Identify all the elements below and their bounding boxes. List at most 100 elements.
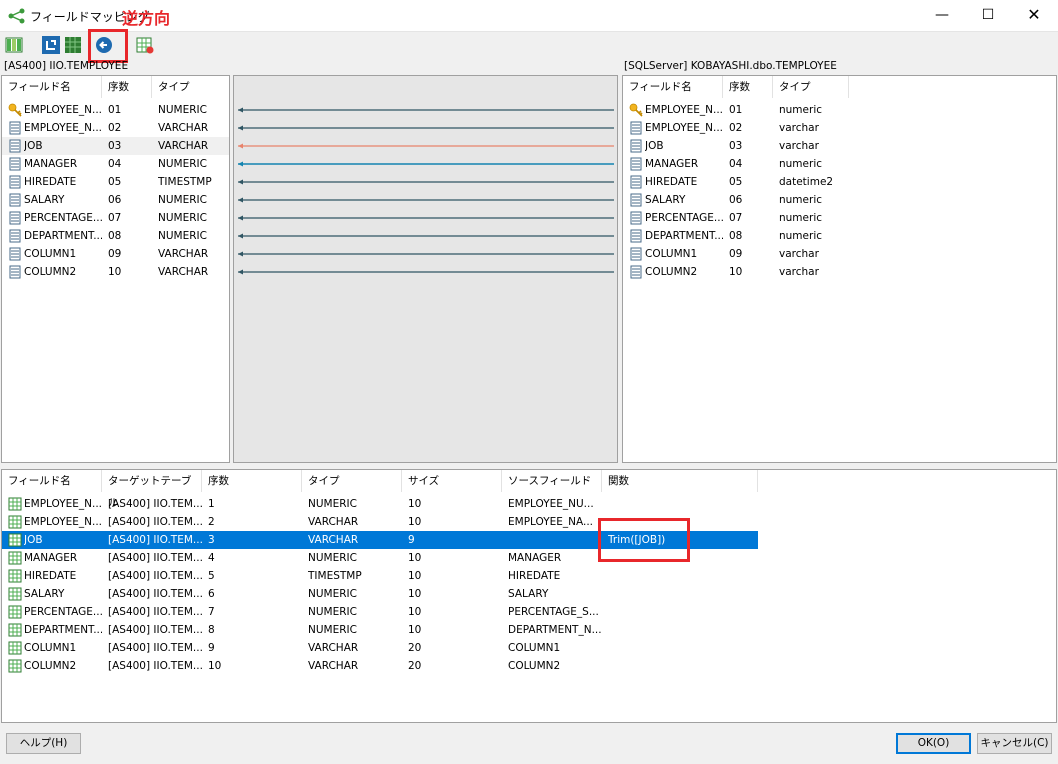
column-header-function[interactable]: 関数 (602, 470, 758, 492)
field-icon (630, 211, 642, 225)
field-icon (9, 265, 21, 279)
ordinal: 9 (208, 642, 215, 654)
field-row[interactable]: HIREDATE 05 datetime2 (623, 173, 1056, 191)
field-settings-icon[interactable] (135, 35, 155, 55)
field-type: VARCHAR (158, 140, 209, 152)
field-row[interactable]: COLUMN1 09 VARCHAR (2, 245, 229, 263)
type: NUMERIC (308, 588, 357, 600)
field-icon (630, 157, 642, 171)
cancel-button[interactable]: キャンセル(C) (977, 733, 1052, 754)
field-row[interactable]: SALARY 06 numeric (623, 191, 1056, 209)
field-type: numeric (779, 104, 823, 116)
field-ordinal: 07 (729, 212, 743, 224)
mapping-detail-table[interactable]: フィールド名 ターゲットテーブル 序数 タイプ サイズ ソースフィールド 関数 … (1, 469, 1057, 723)
ordinal: 5 (208, 570, 215, 582)
type: VARCHAR (308, 516, 359, 528)
mapping-row[interactable]: DEPARTMENT... [AS400] IIO.TEM... 8 NUMERIC 1… (2, 621, 758, 639)
type: TIMESTMP (308, 570, 362, 582)
field-row[interactable]: MANAGER 04 NUMERIC (2, 155, 229, 173)
column-header-ordinal[interactable]: 序数 (723, 76, 773, 98)
column-header-field-name[interactable]: フィールド名 (623, 76, 723, 98)
column-header-size[interactable]: サイズ (402, 470, 502, 492)
source-field: HIREDATE (508, 570, 561, 582)
columns-view-icon[interactable] (4, 35, 24, 55)
field-type: VARCHAR (158, 122, 209, 134)
field-row[interactable]: HIREDATE 05 TIMESTMP (2, 173, 229, 191)
mapping-mode-icon[interactable] (41, 35, 61, 55)
field-row[interactable]: DEPARTMENT... 08 numeric (623, 227, 1056, 245)
field-name: SALARY (24, 588, 65, 600)
grid-view-icon[interactable] (63, 35, 83, 55)
column-header-target-table[interactable]: ターゲットテーブル (102, 470, 202, 509)
target-table: [AS400] IIO.TEM... (108, 498, 202, 510)
target-field-list[interactable]: フィールド名 序数 タイプ EMPLOYEE_N... 01 numeric EMPL… (622, 75, 1057, 463)
mapping-row[interactable]: HIREDATE [AS400] IIO.TEM... 5 TIMESTMP 10 HIR… (2, 567, 758, 585)
field-type: TIMESTMP (158, 176, 212, 188)
type: VARCHAR (308, 642, 359, 654)
field-type: numeric (779, 194, 823, 206)
field-row[interactable]: PERCENTAGE... 07 NUMERIC (2, 209, 229, 227)
field-row[interactable]: EMPLOYEE_N... 02 VARCHAR (2, 119, 229, 137)
column-header-source-field[interactable]: ソースフィールド (502, 470, 602, 492)
ordinal: 3 (208, 534, 215, 546)
mapping-row[interactable]: COLUMN2 [AS400] IIO.TEM... 10 VARCHAR 20 COLU… (2, 657, 758, 675)
mapping-row[interactable]: PERCENTAGE... [AS400] IIO.TEM... 7 NUMERIC 1… (2, 603, 758, 621)
source-field: EMPLOYEE_NU... (508, 498, 594, 510)
column-header-field-name[interactable]: フィールド名 (2, 470, 102, 492)
source-field-list[interactable]: フィールド名 序数 タイプ EMPLOYEE_N... 01 NUMERIC EMPL… (1, 75, 230, 463)
mapped-field-icon (8, 659, 22, 673)
field-row[interactable]: EMPLOYEE_N... 01 NUMERIC (2, 101, 229, 119)
field-row[interactable]: COLUMN1 09 varchar (623, 245, 1056, 263)
field-type: numeric (779, 230, 823, 242)
target-table: [AS400] IIO.TEM... (108, 534, 202, 546)
maximize-button[interactable]: ☐ (965, 0, 1011, 30)
column-header-type[interactable]: タイプ (152, 76, 229, 98)
size: 10 (408, 606, 422, 618)
mapping-row[interactable]: COLUMN1 [AS400] IIO.TEM... 9 VARCHAR 20 COLUM… (2, 639, 758, 657)
field-ordinal: 10 (729, 266, 743, 278)
field-type: varchar (779, 266, 819, 278)
help-button[interactable]: ヘルプ(H) (6, 733, 81, 754)
column-header-field-name[interactable]: フィールド名 (2, 76, 102, 98)
column-header-type[interactable]: タイプ (773, 76, 849, 98)
ordinal: 8 (208, 624, 215, 636)
field-row[interactable]: EMPLOYEE_N... 02 varchar (623, 119, 1056, 137)
field-row[interactable]: EMPLOYEE_N... 01 numeric (623, 101, 1056, 119)
mapping-row[interactable]: SALARY [AS400] IIO.TEM... 6 NUMERIC 10 SALARY (2, 585, 758, 603)
ok-button[interactable]: OK(O) (896, 733, 971, 754)
field-row[interactable]: DEPARTMENT... 08 NUMERIC (2, 227, 229, 245)
field-name: EMPLOYEE_N... (24, 104, 102, 116)
column-header-ordinal[interactable]: 序数 (202, 470, 302, 492)
field-row[interactable]: JOB 03 varchar (623, 137, 1056, 155)
field-ordinal: 01 (108, 104, 122, 116)
column-header-type[interactable]: タイプ (302, 470, 402, 492)
field-row[interactable]: MANAGER 04 numeric (623, 155, 1056, 173)
field-name: COLUMN2 (645, 266, 698, 278)
type: VARCHAR (308, 534, 359, 546)
type: NUMERIC (308, 606, 357, 618)
source-field: PERCENTAGE_S... (508, 606, 599, 618)
field-type: NUMERIC (158, 104, 207, 116)
field-name: DEPARTMENT... (645, 230, 723, 242)
target-table: [AS400] IIO.TEM... (108, 606, 202, 618)
close-button[interactable]: ✕ (1011, 0, 1057, 30)
mapping-arrowhead (238, 161, 243, 167)
field-row[interactable]: PERCENTAGE... 07 numeric (623, 209, 1056, 227)
field-type: varchar (779, 248, 819, 260)
field-ordinal: 06 (729, 194, 743, 206)
minimize-button[interactable]: — (919, 0, 965, 30)
field-row[interactable]: JOB 03 VARCHAR (2, 137, 229, 155)
column-header-ordinal[interactable]: 序数 (102, 76, 152, 98)
field-row[interactable]: COLUMN2 10 varchar (623, 263, 1056, 281)
source-field: COLUMN2 (508, 660, 561, 672)
mapping-canvas[interactable] (233, 75, 618, 463)
field-name: HIREDATE (645, 176, 698, 188)
mapping-row[interactable]: EMPLOYEE_N... [AS400] IIO.TEM... 1 NUMERIC 1… (2, 495, 758, 513)
ordinal: 2 (208, 516, 215, 528)
field-row[interactable]: COLUMN2 10 VARCHAR (2, 263, 229, 281)
field-row[interactable]: SALARY 06 NUMERIC (2, 191, 229, 209)
field-name: SALARY (645, 194, 686, 206)
field-icon (9, 157, 21, 171)
field-name: SALARY (24, 194, 65, 206)
field-name: JOB (24, 140, 43, 152)
